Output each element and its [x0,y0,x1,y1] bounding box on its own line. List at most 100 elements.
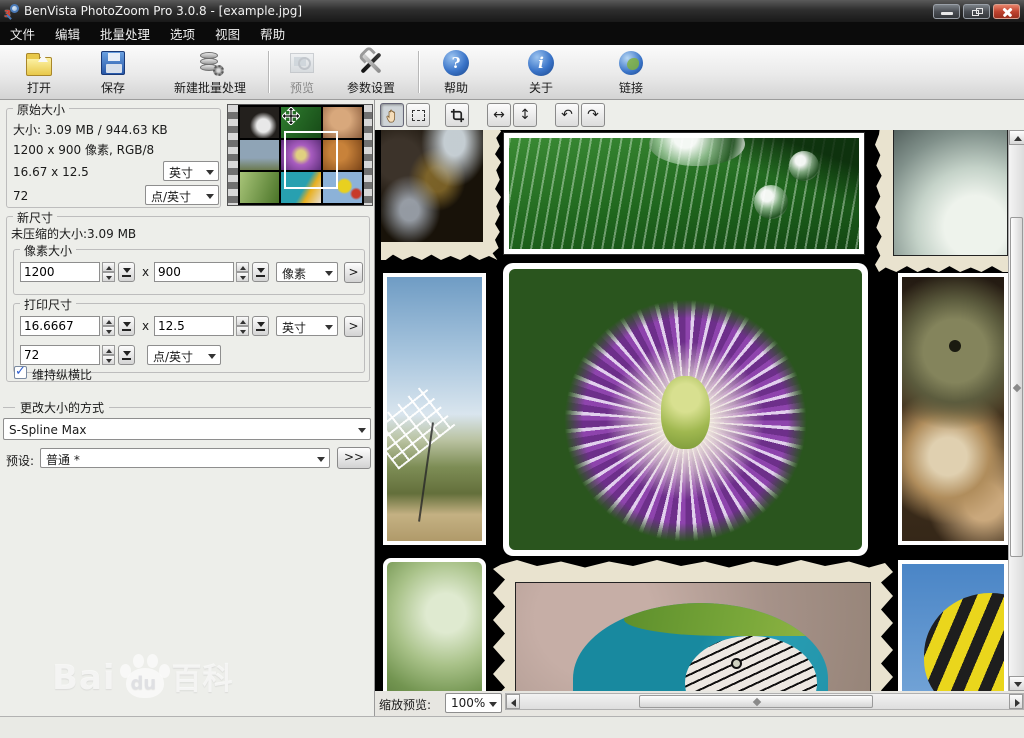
resize-method-dropdown[interactable]: S-Spline Max [3,418,371,440]
pixel-width-reset-button[interactable] [118,262,135,282]
scroll-right-button[interactable] [1009,694,1023,709]
pixel-height-input[interactable] [154,262,234,282]
pixel-size-group: 像素大小 x 像素 > [13,249,365,295]
pixel-width-spinner[interactable] [102,262,115,282]
scroll-left-button[interactable] [506,694,520,709]
spin-down-icon [102,326,115,336]
baidu-watermark: Bai du 百科 [52,652,234,698]
pixel-height-reset-button[interactable] [252,262,269,282]
rotate-left-icon: ↶ [561,107,573,123]
scroll-down-button[interactable] [1009,676,1024,691]
magnifier-icon [10,4,19,13]
print-height-input[interactable] [154,316,234,336]
marquee-tool-button[interactable] [406,103,430,127]
links-button[interactable]: 链接 [604,48,658,97]
help-question-icon: ? [443,50,469,76]
keep-aspect-checkbox[interactable] [14,366,27,379]
original-resolution-unit-dropdown[interactable]: 点/英寸 [145,185,219,205]
print-height-spinner[interactable] [236,316,249,336]
navigator-viewport-rect[interactable] [284,131,338,189]
about-button[interactable]: i 关于 [515,48,567,97]
filmstrip-edge [228,105,238,205]
print-width-spinner[interactable] [102,316,115,336]
chevron-down-icon [208,354,216,359]
thumb-wedding-couple [240,107,279,138]
save-button[interactable]: 保存 [84,48,142,97]
pixel-size-title: 像素大小 [20,242,76,259]
settings-tools-icon [358,50,384,76]
flower-center [661,376,710,449]
print-resolution-spinner[interactable] [102,345,115,365]
original-size-title: 原始大小 [13,101,69,118]
scroll-up-button[interactable] [1009,130,1024,145]
preset-dropdown[interactable]: 普通 * [40,448,330,468]
image-preview-canvas[interactable] [375,130,1008,691]
main-toolbar: 打开 保存 新建批量处理 预览 参数设置 ? 帮助 [0,45,1024,100]
original-resolution: 72 [13,189,28,203]
preview-navigator[interactable] [227,104,373,206]
toolbar-separator [418,51,419,93]
new-batch-button[interactable]: 新建批量处理 [160,48,260,97]
print-unit-dropdown[interactable]: 英寸 [276,316,338,336]
new-size-title: 新尺寸 [13,209,57,226]
photo-passion-flower [503,263,868,556]
print-width-reset-button[interactable] [118,316,135,336]
baidu-paw-icon: du [118,652,170,698]
pixel-height-spinner[interactable] [236,262,249,282]
settings-button[interactable]: 参数设置 [336,48,406,97]
save-floppy-icon [101,51,125,75]
menu-file[interactable]: 文件 [0,21,45,46]
print-width-input[interactable] [20,316,100,336]
preview-image-icon [290,53,314,73]
hand-icon [385,108,400,123]
spin-up-icon [236,316,249,326]
menu-bar: 文件 编辑 批量处理 选项 视图 帮助 [0,22,1024,45]
original-print-dims: 16.67 x 12.5 [13,165,89,179]
print-height-reset-button[interactable] [252,316,269,336]
pixel-apply-button[interactable]: > [344,262,363,283]
original-size-bytes: 大小: 3.09 MB / 944.63 KB [13,121,168,138]
print-resolution-input[interactable] [20,345,100,365]
vertical-scrollbar[interactable] [1008,130,1024,691]
photo-macaw-parrot [493,560,893,691]
marquee-icon [412,110,425,121]
minimize-icon [941,12,953,15]
help-button[interactable]: ? 帮助 [430,48,482,97]
restore-button[interactable] [963,4,990,19]
menu-help[interactable]: 帮助 [250,21,295,46]
rotate-right-button[interactable]: ↷ [581,103,605,127]
thumb-windmill [240,140,279,171]
links-globe-icon [619,51,643,75]
open-button[interactable]: 打开 [10,48,68,97]
windmill-lattice [387,384,455,469]
print-apply-button[interactable]: > [344,316,363,337]
move-cursor-icon [282,107,300,125]
horizontal-scrollbar[interactable] [505,693,1024,710]
original-print-unit-dropdown[interactable]: 英寸 [163,161,219,181]
pixel-width-input[interactable] [20,262,100,282]
menu-options[interactable]: 选项 [160,21,205,46]
flip-vertical-button[interactable]: ↕ [513,103,537,127]
menu-edit[interactable]: 编辑 [45,21,90,46]
menu-view[interactable]: 视图 [205,21,250,46]
preset-more-button[interactable]: >> [337,447,371,469]
horizontal-scroll-thumb[interactable] [639,695,873,708]
menu-batch[interactable]: 批量处理 [90,21,160,46]
zoom-level-dropdown[interactable]: 100% [445,693,502,713]
close-button[interactable] [993,4,1020,19]
pixel-unit-dropdown[interactable]: 像素 [276,262,338,282]
spin-up-icon [102,262,115,272]
rotate-left-button[interactable]: ↶ [555,103,579,127]
print-size-group: 打印尺寸 x 英寸 > 点/英寸 [13,303,365,373]
hand-tool-button[interactable] [380,103,404,127]
crop-tool-button[interactable] [445,103,469,127]
print-resolution-unit-dropdown[interactable]: 点/英寸 [147,345,221,365]
vertical-scroll-thumb[interactable] [1010,217,1023,557]
minimize-button[interactable] [933,4,960,19]
print-resolution-reset-button[interactable] [118,345,135,365]
original-size-pixels: 1200 x 900 像素, RGB/8 [13,141,154,158]
title-bar: 3 BenVista PhotoZoom Pro 3.0.8 - [exampl… [0,0,1024,22]
balloon [924,593,1004,691]
flip-horizontal-button[interactable]: ↔ [487,103,511,127]
flip-horizontal-icon: ↔ [493,107,505,123]
